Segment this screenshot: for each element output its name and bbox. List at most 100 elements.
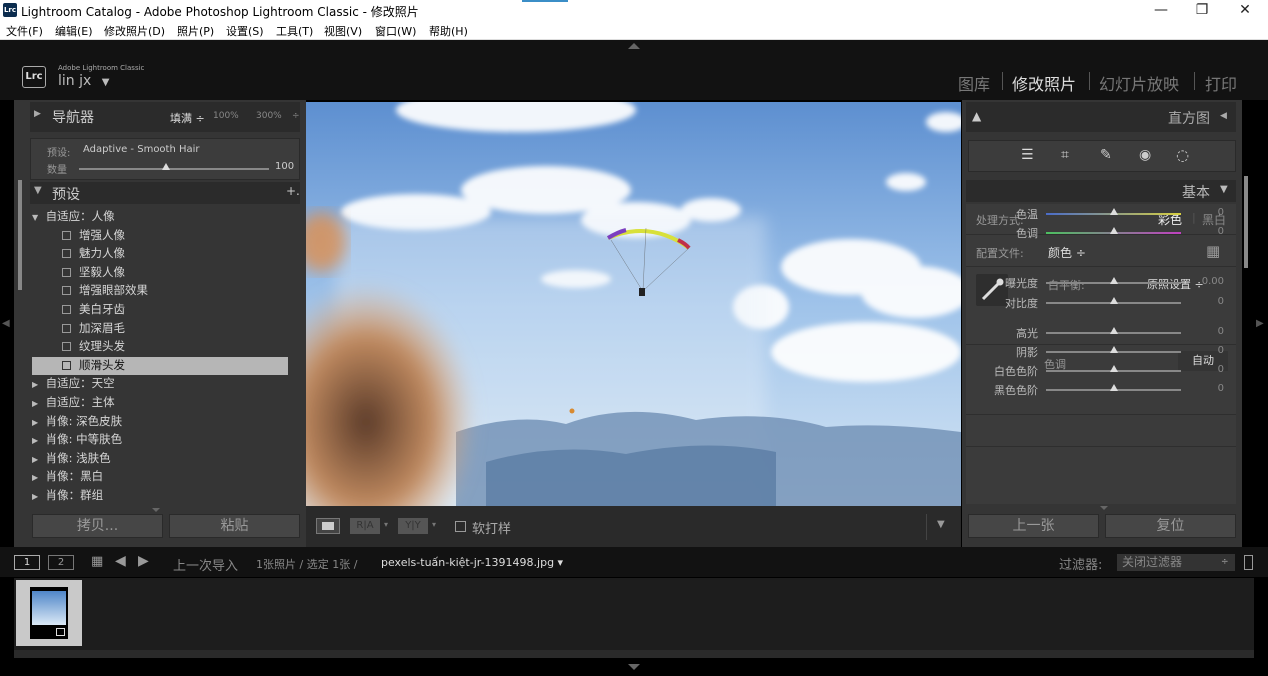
slider-value[interactable]: 0 (1194, 326, 1224, 337)
preset-group[interactable]: ▶ 自适应：天空 (32, 375, 288, 393)
bottom-panel-toggle-icon[interactable] (628, 664, 640, 670)
preset-item[interactable]: 加深眉毛 (32, 320, 288, 338)
user-name[interactable]: lin jx ▼ (58, 73, 109, 89)
clipping-warning-icon[interactable]: ▲ (972, 109, 981, 123)
menu-photo[interactable]: 照片(P) (177, 23, 214, 39)
before-after-lr-button[interactable]: R|A (350, 518, 380, 534)
collapsed-triangle-icon[interactable]: ▶ (32, 380, 42, 389)
zoom-fit[interactable]: 填满 ÷ (170, 110, 205, 126)
collapsed-triangle-icon[interactable]: ▶ (32, 418, 42, 427)
slider-thumb[interactable] (1109, 208, 1118, 215)
secondary-window-button[interactable]: 2 (48, 555, 74, 570)
amount-slider[interactable] (79, 168, 269, 170)
slider-thumb[interactable] (1109, 297, 1118, 304)
slider-value[interactable]: 0 (1194, 364, 1224, 375)
copy-button[interactable]: 拷贝... (32, 514, 163, 538)
preset-item[interactable]: 增强人像 (32, 227, 288, 245)
filter-lock-icon[interactable] (1244, 555, 1253, 570)
menu-view[interactable]: 视图(V) (324, 23, 362, 39)
profile-dropdown[interactable]: 颜色 ÷ (1048, 244, 1086, 261)
navigator-header[interactable]: ▶ 导航器 填满 ÷ 100% 300% ÷ (30, 102, 300, 132)
preset-group[interactable]: ▶ 肖像：群组 (32, 487, 288, 505)
left-panel-toggle-icon[interactable]: ◀ (2, 318, 10, 329)
preset-group[interactable]: ▶ 自适应：主体 (32, 394, 288, 412)
source-label[interactable]: 上一次导入 (173, 555, 238, 574)
swap-dropdown-icon[interactable]: ▾ (432, 520, 436, 529)
module-develop[interactable]: 修改照片 (1012, 71, 1076, 95)
zoom-more[interactable]: ÷ (292, 111, 300, 121)
reset-button[interactable]: 复位 (1105, 514, 1236, 538)
loupe-view-button[interactable] (316, 518, 340, 534)
healing-icon[interactable]: ✎ (1100, 147, 1112, 163)
amount-slider-thumb[interactable] (162, 163, 170, 170)
photo-canvas[interactable] (306, 102, 961, 506)
menu-develop[interactable]: 修改照片(D) (104, 23, 165, 39)
before-after-tb-button[interactable]: Y|Y (398, 518, 428, 534)
right-panel-toggle-icon[interactable]: ▶ (1256, 318, 1264, 329)
preset-item[interactable]: 顺滑头发 (32, 356, 288, 375)
module-library[interactable]: 图库 (958, 71, 990, 95)
masking-icon[interactable]: ◌ (1176, 146, 1189, 164)
slider-value[interactable]: 0 (1194, 345, 1224, 356)
filter-dropdown[interactable]: 关闭过滤器 ÷ (1117, 554, 1235, 571)
preset-group[interactable]: ▶ 肖像: 浅肤色 (32, 450, 288, 468)
edit-sliders-icon[interactable]: ☰ (1021, 147, 1034, 163)
user-caret-icon[interactable]: ▼ (102, 77, 110, 88)
forward-arrow-icon[interactable]: ▶ (138, 553, 149, 569)
add-preset-icon[interactable]: +. (286, 184, 300, 198)
filmstrip-thumbnail[interactable] (16, 580, 82, 646)
collapse-triangle-icon[interactable]: ▶ (34, 109, 41, 119)
module-slideshow[interactable]: 幻灯片放映 (1099, 71, 1179, 95)
collapsed-triangle-icon[interactable]: ▶ (32, 436, 42, 445)
primary-window-button[interactable]: 1 (14, 555, 40, 570)
preset-item[interactable]: 美白牙齿 (32, 301, 288, 319)
red-eye-icon[interactable]: ◉ (1139, 147, 1151, 163)
slider-thumb[interactable] (1109, 227, 1118, 234)
slider-thumb[interactable] (1109, 384, 1118, 391)
slider-value[interactable]: 0 (1194, 207, 1224, 218)
profile-browser-icon[interactable]: ▦ (1206, 242, 1220, 260)
slider-thumb[interactable] (1109, 365, 1118, 372)
menu-settings[interactable]: 设置(S) (226, 23, 264, 39)
menu-tools[interactable]: 工具(T) (276, 23, 313, 39)
close-button[interactable]: ✕ (1225, 0, 1265, 20)
module-print[interactable]: 打印 (1205, 71, 1237, 95)
preset-item[interactable]: 魅力人像 (32, 245, 288, 263)
collapsed-triangle-icon[interactable]: ▶ (32, 492, 42, 501)
preset-group[interactable]: ▼ 自适应：人像 (32, 208, 288, 226)
filmstrip-scrollbar[interactable] (14, 650, 1254, 658)
zoom-100[interactable]: 100% (213, 111, 239, 121)
minimize-button[interactable]: — (1141, 0, 1181, 20)
basic-collapse-icon[interactable]: ▼ (1220, 184, 1228, 195)
paste-button[interactable]: 粘贴 (169, 514, 300, 538)
right-scrollbar[interactable] (1244, 176, 1248, 268)
restore-button[interactable]: ❐ (1182, 0, 1222, 20)
preset-item[interactable]: 坚毅人像 (32, 264, 288, 282)
back-arrow-icon[interactable]: ◀ (115, 553, 126, 569)
preset-group[interactable]: ▶ 肖像：黑白 (32, 468, 288, 486)
zoom-300[interactable]: 300% (256, 111, 282, 121)
slider-thumb[interactable] (1109, 327, 1118, 334)
top-panel-toggle-icon[interactable] (628, 43, 640, 49)
expand-triangle-icon[interactable]: ▼ (34, 185, 42, 196)
before-after-dropdown-icon[interactable]: ▾ (384, 520, 388, 529)
previous-button[interactable]: 上一张 (968, 514, 1099, 538)
file-name[interactable]: pexels-tuấn-kiệt-jr-1391498.jpg ▾ (381, 556, 563, 569)
preset-item[interactable]: 增强眼部效果 (32, 282, 288, 300)
grid-icon[interactable]: ▦ (91, 554, 103, 569)
menu-file[interactable]: 文件(F) (6, 23, 43, 39)
slider-value[interactable]: 0.00 (1194, 276, 1224, 287)
crop-icon[interactable]: ⌗ (1061, 147, 1069, 163)
slider-value[interactable]: 0 (1194, 296, 1224, 307)
collapsed-triangle-icon[interactable]: ▶ (32, 473, 42, 482)
expanded-triangle-icon[interactable]: ▼ (32, 213, 42, 222)
slider-value[interactable]: 0 (1194, 383, 1224, 394)
histogram-collapse-icon[interactable]: ◀ (1220, 111, 1227, 121)
softproof-checkbox[interactable] (455, 521, 466, 532)
presets-header[interactable]: ▼ 预设 +. (30, 182, 300, 204)
slider-thumb[interactable] (1109, 277, 1118, 284)
preset-group[interactable]: ▶ 肖像: 中等肤色 (32, 431, 288, 449)
preset-group[interactable]: ▶ 肖像: 深色皮肤 (32, 413, 288, 431)
preset-item[interactable]: 纹理头发 (32, 338, 288, 356)
menu-window[interactable]: 窗口(W) (375, 23, 416, 39)
